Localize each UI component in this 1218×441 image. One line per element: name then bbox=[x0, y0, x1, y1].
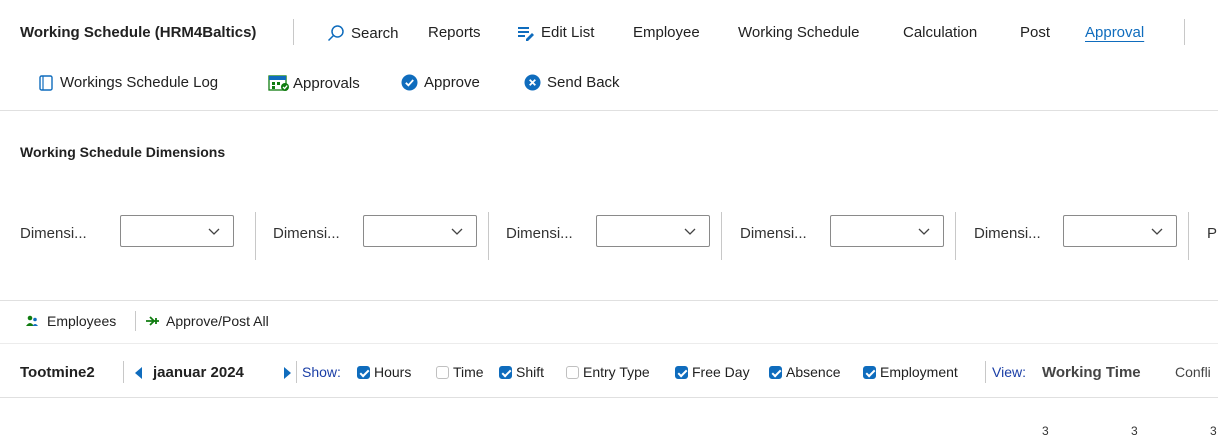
dimension-2-label: Dimensi... bbox=[273, 225, 340, 242]
approvals-label: Approvals bbox=[293, 74, 360, 92]
divider bbox=[293, 19, 294, 45]
divider bbox=[955, 212, 956, 260]
checkbox-checked-icon bbox=[499, 366, 512, 379]
command-bar: Working Schedule (HRM4Baltics) Search Re… bbox=[0, 0, 1218, 110]
post-menu[interactable]: Post bbox=[1020, 24, 1050, 41]
divider bbox=[985, 361, 986, 383]
chevron-down-icon bbox=[207, 224, 221, 243]
divider bbox=[1184, 19, 1185, 45]
show-employment-checkbox[interactable]: Employment bbox=[863, 364, 958, 380]
show-entry-type-label: Entry Type bbox=[583, 364, 650, 380]
checkbox-unchecked-icon bbox=[566, 366, 579, 379]
divider bbox=[0, 110, 1218, 111]
show-shift-label: Shift bbox=[516, 364, 545, 380]
search-label: Search bbox=[351, 24, 399, 42]
divider bbox=[296, 361, 297, 383]
show-hours-checkbox[interactable]: Hours bbox=[357, 364, 411, 380]
caret-right-icon bbox=[283, 367, 292, 379]
dimension-5-dropdown[interactable] bbox=[1063, 215, 1177, 247]
edit-list-icon bbox=[517, 25, 535, 41]
search-icon bbox=[327, 24, 345, 42]
divider bbox=[0, 300, 1218, 301]
approve-post-all-label: Approve/Post All bbox=[166, 313, 269, 329]
send-back-button[interactable]: Send Back bbox=[524, 74, 620, 91]
chevron-down-icon bbox=[917, 224, 931, 243]
day-number: 3 bbox=[1210, 424, 1217, 438]
show-free-day-label: Free Day bbox=[692, 364, 750, 380]
edit-list-label: Edit List bbox=[541, 24, 595, 41]
checkbox-checked-icon bbox=[675, 366, 688, 379]
approve-label: Approve bbox=[424, 74, 480, 91]
divider bbox=[255, 212, 256, 260]
search-button[interactable]: Search bbox=[327, 24, 399, 42]
reports-menu[interactable]: Reports bbox=[428, 24, 481, 41]
caret-left-icon bbox=[134, 367, 143, 379]
dimension-6-label: P bbox=[1207, 225, 1218, 242]
chevron-down-icon bbox=[683, 224, 697, 243]
divider bbox=[1188, 212, 1189, 260]
employees-button[interactable]: Employees bbox=[25, 313, 116, 329]
chevron-down-icon bbox=[1150, 224, 1164, 243]
calculation-menu[interactable]: Calculation bbox=[903, 24, 977, 41]
chevron-down-icon bbox=[450, 224, 464, 243]
divider bbox=[123, 361, 124, 383]
divider bbox=[0, 397, 1218, 398]
day-number: 3 bbox=[1131, 424, 1138, 438]
approve-post-all-button[interactable]: Approve/Post All bbox=[145, 313, 269, 329]
schedule-name: Tootmine2 bbox=[20, 364, 95, 381]
show-shift-checkbox[interactable]: Shift bbox=[499, 364, 544, 380]
view-label: View: bbox=[992, 364, 1026, 380]
show-label: Show: bbox=[302, 364, 341, 380]
day-number: 3 bbox=[1042, 424, 1049, 438]
employees-label: Employees bbox=[47, 313, 117, 329]
dimensions-heading: Working Schedule Dimensions bbox=[20, 144, 226, 160]
edit-list-button[interactable]: Edit List bbox=[517, 24, 594, 41]
next-month-button[interactable] bbox=[283, 366, 292, 384]
divider bbox=[0, 343, 1218, 344]
dimension-4-label: Dimensi... bbox=[740, 225, 807, 242]
workings-schedule-log-button[interactable]: Workings Schedule Log bbox=[38, 74, 218, 91]
show-absence-checkbox[interactable]: Absence bbox=[769, 364, 840, 380]
approve-post-icon bbox=[145, 314, 161, 328]
show-time-checkbox[interactable]: Time bbox=[436, 364, 484, 380]
dimension-1-label: Dimensi... bbox=[20, 225, 87, 242]
show-employment-label: Employment bbox=[880, 364, 958, 380]
people-icon bbox=[25, 314, 39, 328]
checkmark-circle-icon bbox=[401, 74, 418, 91]
log-icon bbox=[38, 74, 54, 91]
approvals-icon bbox=[268, 74, 290, 92]
divider bbox=[135, 311, 136, 331]
dimension-3-label: Dimensi... bbox=[506, 225, 573, 242]
send-back-label: Send Back bbox=[547, 74, 620, 91]
dismiss-circle-icon bbox=[524, 74, 541, 91]
checkbox-checked-icon bbox=[769, 366, 782, 379]
tab-approval[interactable]: Approval bbox=[1085, 24, 1144, 41]
month-label: jaanuar 2024 bbox=[153, 364, 244, 381]
divider bbox=[488, 212, 489, 260]
approve-button[interactable]: Approve bbox=[401, 74, 480, 91]
checkbox-checked-icon bbox=[357, 366, 370, 379]
show-time-label: Time bbox=[453, 364, 484, 380]
show-hours-label: Hours bbox=[374, 364, 412, 380]
dimension-4-dropdown[interactable] bbox=[830, 215, 944, 247]
checkbox-unchecked-icon bbox=[436, 366, 449, 379]
log-label: Workings Schedule Log bbox=[60, 74, 219, 91]
show-absence-label: Absence bbox=[786, 364, 841, 380]
page-title: Working Schedule (HRM4Baltics) bbox=[20, 24, 257, 41]
dimension-3-dropdown[interactable] bbox=[596, 215, 710, 247]
employee-menu[interactable]: Employee bbox=[633, 24, 700, 41]
divider bbox=[721, 212, 722, 260]
previous-month-button[interactable] bbox=[134, 366, 143, 384]
show-entry-type-checkbox[interactable]: Entry Type bbox=[566, 364, 650, 380]
show-free-day-checkbox[interactable]: Free Day bbox=[675, 364, 750, 380]
checkbox-checked-icon bbox=[863, 366, 876, 379]
dimension-2-dropdown[interactable] bbox=[363, 215, 477, 247]
approvals-button[interactable]: Approvals bbox=[268, 74, 360, 92]
view-working-time[interactable]: Working Time bbox=[1042, 364, 1141, 381]
dimension-5-label: Dimensi... bbox=[974, 225, 1041, 242]
working-schedule-menu[interactable]: Working Schedule bbox=[738, 24, 859, 41]
dimension-1-dropdown[interactable] bbox=[120, 215, 234, 247]
view-conflict[interactable]: Confli bbox=[1175, 364, 1211, 380]
